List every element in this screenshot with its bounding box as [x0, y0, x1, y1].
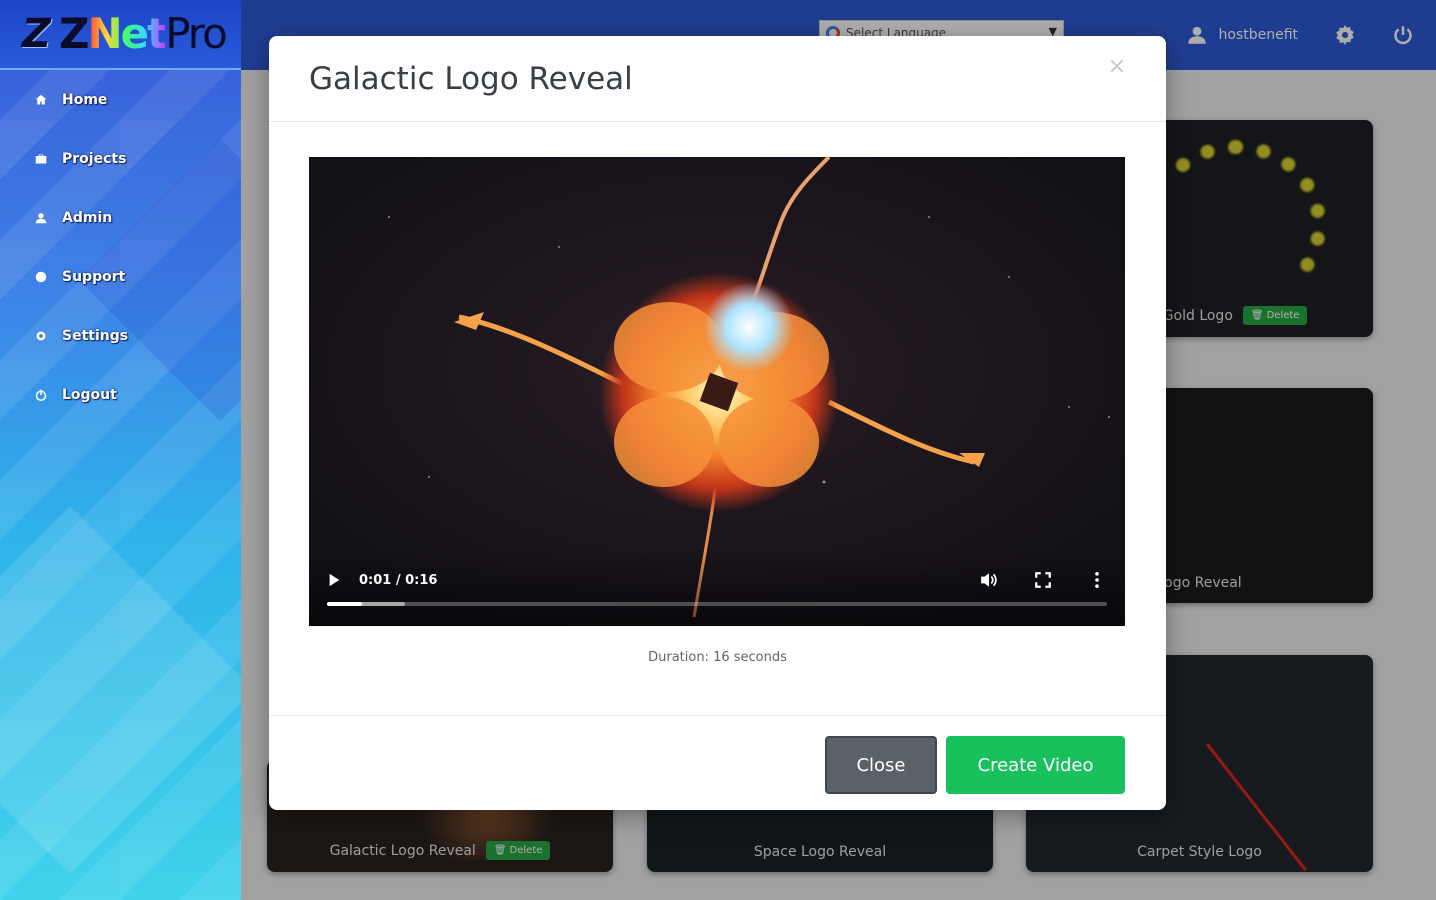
sidebar-item-projects[interactable]: Projects: [0, 129, 241, 188]
sidebar-item-admin[interactable]: Admin: [0, 188, 241, 247]
sidebar-item-label: Projects: [62, 150, 127, 167]
user-icon: [34, 211, 48, 225]
home-icon: [34, 93, 48, 107]
gear-icon: [34, 329, 48, 343]
help-icon: [34, 270, 48, 284]
sidebar-nav: Home Projects Admin Support Settings Log…: [0, 70, 241, 424]
brand-name: ZNetPro: [59, 9, 228, 58]
fullscreen-icon[interactable]: [1033, 570, 1053, 590]
sidebar-item-logout[interactable]: Logout: [0, 365, 241, 424]
progress-played: [327, 602, 363, 606]
modal-footer: Close Create Video: [269, 715, 1166, 810]
sidebar-item-label: Admin: [62, 209, 113, 226]
briefcase-icon: [34, 152, 48, 166]
more-options-icon[interactable]: [1087, 570, 1107, 590]
video-time: 0:01 / 0:16: [359, 572, 438, 588]
sidebar-item-label: Support: [62, 268, 126, 285]
sidebar-item-support[interactable]: Support: [0, 247, 241, 306]
sidebar-item-settings[interactable]: Settings: [0, 306, 241, 365]
sidebar-item-label: Logout: [62, 386, 117, 403]
modal-header: Galactic Logo Reveal ×: [269, 36, 1166, 122]
volume-icon[interactable]: [979, 570, 999, 590]
video-preview-modal: Galactic Logo Reveal × 0:01 / 0:16 Durat…: [269, 36, 1166, 810]
brand-logo[interactable]: Z ZNetPro: [0, 0, 241, 70]
duration-text: Duration: 16 seconds: [648, 650, 787, 665]
video-progress-bar[interactable]: [327, 602, 1107, 606]
sidebar-item-label: Settings: [62, 327, 129, 344]
sidebar: Z ZNetPro Home Projects Admin Support Se…: [0, 0, 241, 900]
sidebar-item-home[interactable]: Home: [0, 70, 241, 129]
close-icon[interactable]: ×: [1108, 54, 1126, 79]
video-player[interactable]: 0:01 / 0:16: [309, 157, 1125, 626]
power-icon: [34, 388, 48, 402]
sidebar-item-label: Home: [62, 91, 108, 108]
video-controls: 0:01 / 0:16: [309, 552, 1125, 626]
brand-mark: Z: [22, 11, 51, 57]
create-video-button[interactable]: Create Video: [946, 736, 1125, 794]
close-button[interactable]: Close: [825, 736, 937, 794]
modal-title: Galactic Logo Reveal: [309, 60, 633, 97]
play-icon[interactable]: [327, 572, 343, 588]
